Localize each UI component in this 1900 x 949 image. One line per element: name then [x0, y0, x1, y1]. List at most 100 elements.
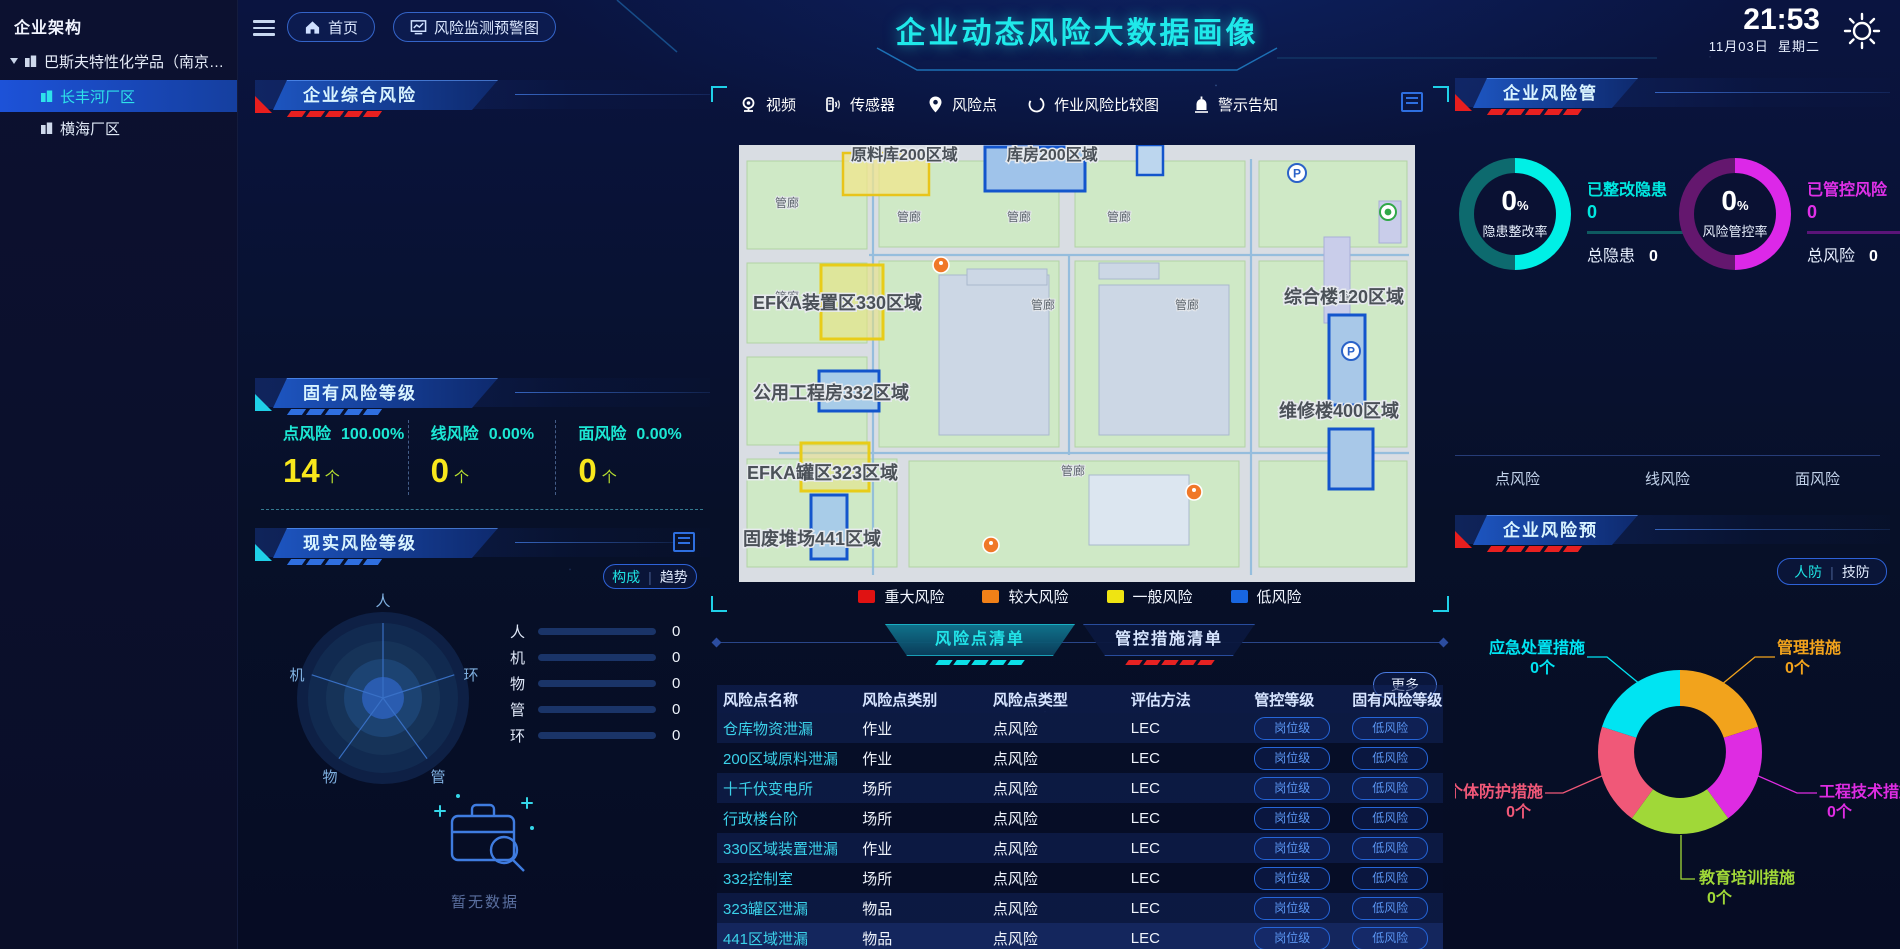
inherent-level-pill[interactable]: 低风险: [1352, 777, 1428, 800]
inherent-level-pill[interactable]: 低风险: [1352, 747, 1428, 770]
header-dashes: [1489, 546, 1580, 552]
control-level-pill[interactable]: 岗位级: [1254, 837, 1330, 860]
tab-area-risk[interactable]: 面风险: [1795, 468, 1840, 489]
tab-divider-line: [715, 642, 1445, 643]
menu-toggle-button[interactable]: [253, 20, 275, 36]
toggle-composition[interactable]: 构成: [612, 567, 640, 587]
control-level-pill[interactable]: 岗位级: [1254, 777, 1330, 800]
tree-node-label: 长丰河厂区: [60, 86, 135, 107]
composition-trend-toggle[interactable]: 构成 | 趋势: [603, 564, 697, 589]
inherent-level-pill[interactable]: 低风险: [1352, 867, 1428, 890]
list-item: 物0: [510, 670, 710, 696]
stat-point-risk: 点风险100.00% 14个: [261, 420, 408, 495]
table-row[interactable]: 200区域原料泄漏作业点风险LEC岗位级低风险: [717, 743, 1443, 773]
warning-marker[interactable]: [933, 257, 949, 273]
header-dashes: [1489, 109, 1580, 115]
building-icon: [40, 89, 54, 103]
toggle-human-defense[interactable]: 人防: [1794, 562, 1822, 582]
no-data-placeholder: 暂无数据: [385, 788, 585, 912]
table-row[interactable]: 十千伏变电所场所点风险LEC岗位级低风险: [717, 773, 1443, 803]
zone-blue-small[interactable]: [1137, 145, 1163, 175]
slice-management: [1680, 670, 1758, 738]
zone-blue-400[interactable]: [1329, 429, 1373, 489]
inherent-level-pill[interactable]: 低风险: [1352, 717, 1428, 740]
list-item: 环0: [510, 722, 710, 748]
control-level-pill[interactable]: 岗位级: [1254, 807, 1330, 830]
panel-title: 企业风险管控: [1473, 79, 1638, 137]
factory-map[interactable]: P P 管廊 管廊 管廊 管廊: [739, 145, 1415, 582]
panel-title: 企业风险预警: [1473, 516, 1638, 574]
toggle-trend[interactable]: 趋势: [660, 567, 688, 587]
header-dashes: [289, 559, 380, 565]
corner-accent: [1455, 94, 1472, 111]
weekday: 星期二: [1778, 39, 1820, 54]
date: 11月03日: [1709, 39, 1769, 54]
measure-label-protection: 个体防护措施: [1455, 782, 1543, 801]
panel-header-inherent: 固有风险等级: [255, 378, 710, 412]
control-level-pill[interactable]: 岗位级: [1254, 927, 1330, 949]
value-bar: [538, 654, 656, 661]
svg-text:P: P: [1293, 167, 1301, 181]
map-list-icon[interactable]: [1401, 92, 1423, 112]
table-row[interactable]: 行政楼台阶场所点风险LEC岗位级低风险: [717, 803, 1443, 833]
top-header: 首页 风险监测预警图 企业动态风险大数据画像 21:53 11月03日 星期二: [237, 0, 1900, 72]
table-row[interactable]: 仓库物资泄漏作业点风险LEC岗位级低风险: [717, 713, 1443, 743]
home-button[interactable]: 首页: [287, 12, 375, 42]
panel-header-comprehensive: 企业综合风险: [255, 80, 710, 114]
tab-point-risk[interactable]: 点风险: [1495, 468, 1540, 489]
table-row[interactable]: 441区域泄漏物品点风险LEC岗位级低风险: [717, 923, 1443, 949]
inherent-level-pill[interactable]: 低风险: [1352, 807, 1428, 830]
bell-icon: [1193, 95, 1210, 114]
tree-node-henghai[interactable]: 横海厂区: [0, 112, 237, 144]
toggle-tech-defense[interactable]: 技防: [1842, 562, 1870, 582]
corner-accent: [255, 96, 272, 113]
tree-node-changfenghe[interactable]: 长丰河厂区: [0, 80, 237, 112]
control-level-pill[interactable]: 岗位级: [1254, 867, 1330, 890]
table-row[interactable]: 323罐区泄漏物品点风险LEC岗位级低风险: [717, 893, 1443, 923]
radar-axis-environment: 环: [463, 667, 478, 684]
table-row[interactable]: 332控制室场所点风险LEC岗位级低风险: [717, 863, 1443, 893]
warning-marker[interactable]: [1186, 484, 1202, 500]
gauge-hidden-danger-rectify: 0% 隐患整改率: [1459, 158, 1571, 270]
list-icon[interactable]: [673, 532, 695, 552]
panel-header-risk-warning: 企业风险预警: [1455, 515, 1890, 549]
zone-blue-441[interactable]: [811, 495, 847, 559]
legend-swatch-orange: [982, 590, 999, 603]
camera-icon: [739, 95, 758, 114]
header-dashes: [289, 111, 380, 117]
control-level-pill[interactable]: 岗位级: [1254, 747, 1330, 770]
toolbar-video[interactable]: 视频: [739, 92, 796, 116]
slice-emergency: [1602, 670, 1680, 738]
corridor-label: 管廊: [1031, 297, 1055, 312]
tab-control-measure-list[interactable]: 管控措施清单: [1083, 624, 1255, 656]
corridor-label: 管廊: [1061, 463, 1085, 478]
toolbar-sensor[interactable]: 传感器: [823, 92, 895, 116]
risk-monitor-button[interactable]: 风险监测预警图: [393, 12, 556, 42]
warning-marker[interactable]: [983, 537, 999, 553]
map-label-120: 综合楼120区域: [1284, 286, 1404, 307]
control-level-pill[interactable]: 岗位级: [1254, 897, 1330, 920]
toolbar-risk-point[interactable]: 风险点: [927, 92, 997, 116]
value-bar: [538, 732, 656, 739]
header-dashes: [289, 409, 380, 415]
inherent-level-pill[interactable]: 低风险: [1352, 837, 1428, 860]
defense-toggle[interactable]: 人防 | 技防: [1777, 558, 1887, 585]
list-item: 管0: [510, 696, 710, 722]
corner-accent: [1455, 531, 1472, 548]
inherent-level-pill[interactable]: 低风险: [1352, 897, 1428, 920]
tree-node-company[interactable]: 巴斯夫特性化学品（南京）有...: [0, 46, 237, 76]
map-pin-icon: [927, 95, 944, 114]
table-header-row: 风险点名称 风险点类别 风险点类型 评估方法 管控等级 固有风险等级: [717, 685, 1443, 713]
panel-title: 固有风险等级: [273, 379, 498, 408]
toolbar-warning-notice[interactable]: 警示告知: [1193, 92, 1278, 116]
toolbar-work-risk-compare[interactable]: 作业风险比较图: [1027, 92, 1159, 116]
inherent-level-pill[interactable]: 低风险: [1352, 927, 1428, 949]
legend-swatch-yellow: [1107, 590, 1124, 603]
home-icon: [304, 19, 321, 35]
tab-risk-point-list[interactable]: 风险点清单: [885, 624, 1075, 656]
control-level-pill[interactable]: 岗位级: [1254, 717, 1330, 740]
tab-line-risk[interactable]: 线风险: [1645, 468, 1690, 489]
table-row[interactable]: 330区域装置泄漏作业点风险LEC岗位级低风险: [717, 833, 1443, 863]
measure-label-education: 教育培训措施: [1699, 868, 1795, 887]
tree-node-label: 横海厂区: [60, 118, 120, 139]
